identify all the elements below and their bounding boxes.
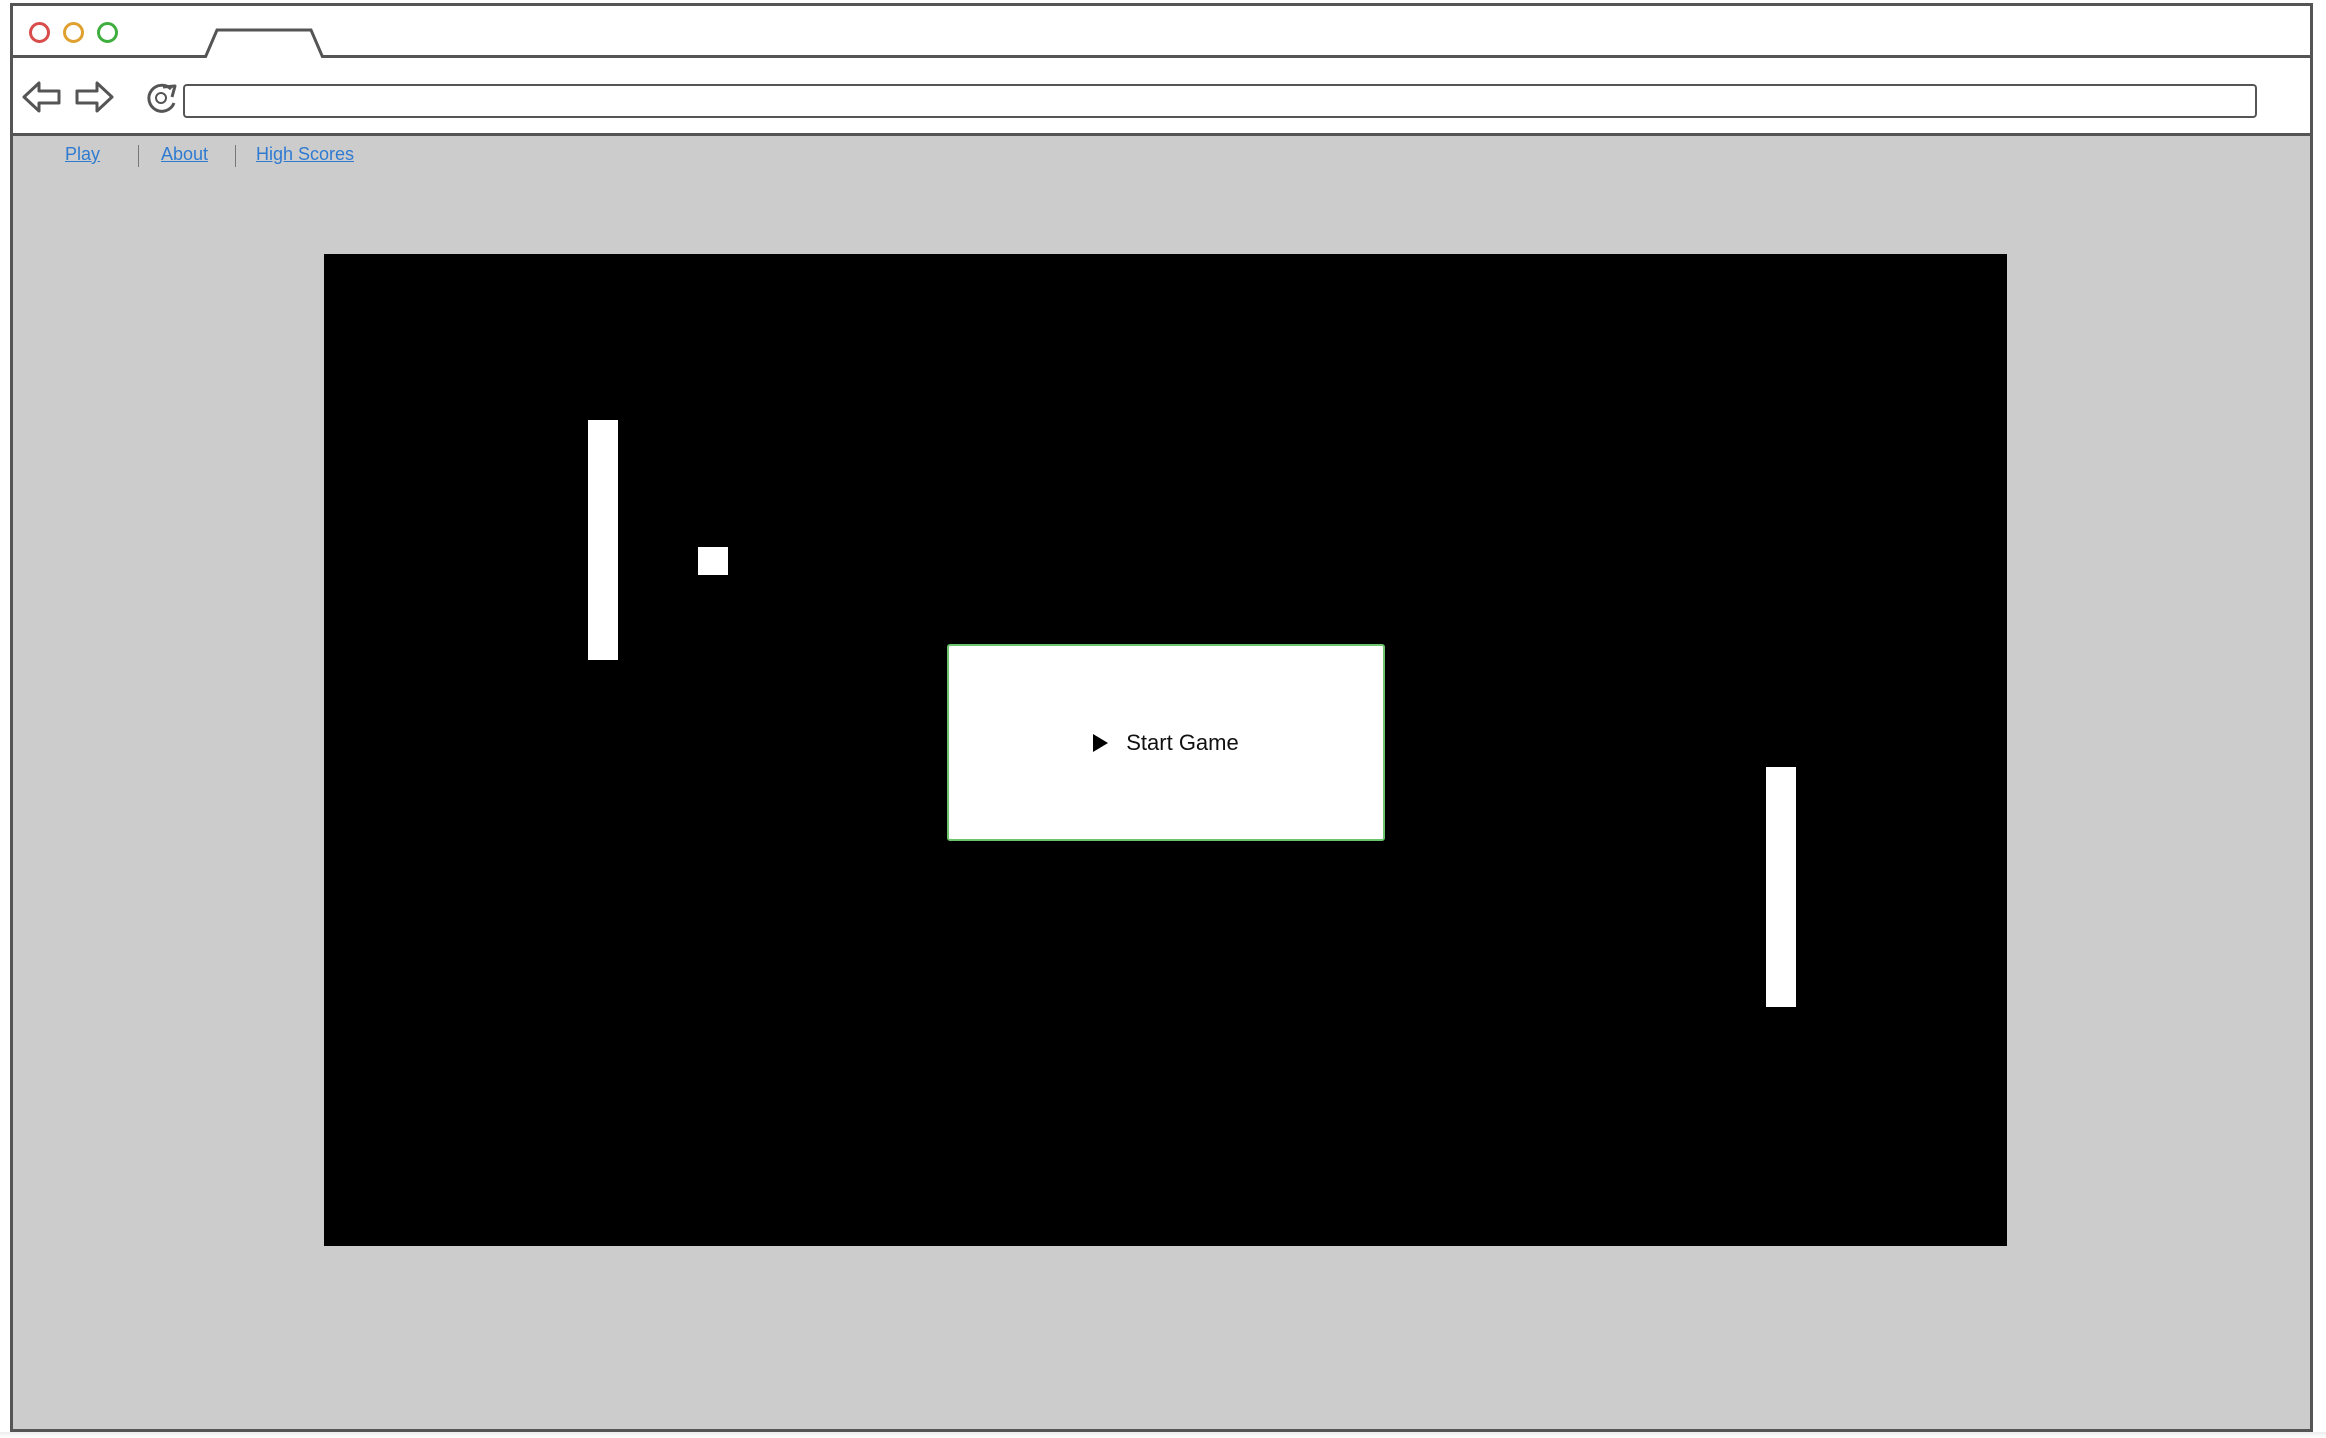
browser-window: Play About High Scores Start Game bbox=[10, 3, 2313, 1432]
minimize-window-icon[interactable] bbox=[63, 22, 84, 43]
forward-arrow-icon[interactable] bbox=[73, 79, 115, 115]
game-canvas[interactable]: Start Game bbox=[324, 254, 2007, 1246]
browser-toolbar bbox=[13, 58, 2310, 136]
nav-link-about[interactable]: About bbox=[161, 144, 208, 165]
browser-tab[interactable] bbox=[203, 28, 333, 58]
site-navigation: Play About High Scores bbox=[13, 144, 2310, 170]
reload-icon[interactable] bbox=[141, 79, 181, 115]
back-arrow-icon[interactable] bbox=[21, 79, 63, 115]
nav-divider bbox=[235, 145, 236, 167]
nav-link-high-scores[interactable]: High Scores bbox=[256, 144, 354, 165]
left-paddle bbox=[588, 420, 618, 660]
window-shadow bbox=[0, 1432, 2326, 1438]
address-bar[interactable] bbox=[183, 84, 2257, 118]
nav-divider bbox=[138, 145, 139, 167]
right-paddle bbox=[1766, 767, 1796, 1007]
nav-link-play[interactable]: Play bbox=[65, 144, 100, 165]
start-game-button[interactable]: Start Game bbox=[947, 644, 1385, 841]
start-game-label: Start Game bbox=[1126, 729, 1239, 755]
ball bbox=[698, 547, 728, 575]
play-icon bbox=[1093, 733, 1109, 752]
close-window-icon[interactable] bbox=[29, 22, 50, 43]
maximize-window-icon[interactable] bbox=[97, 22, 118, 43]
title-bar bbox=[13, 6, 2310, 58]
